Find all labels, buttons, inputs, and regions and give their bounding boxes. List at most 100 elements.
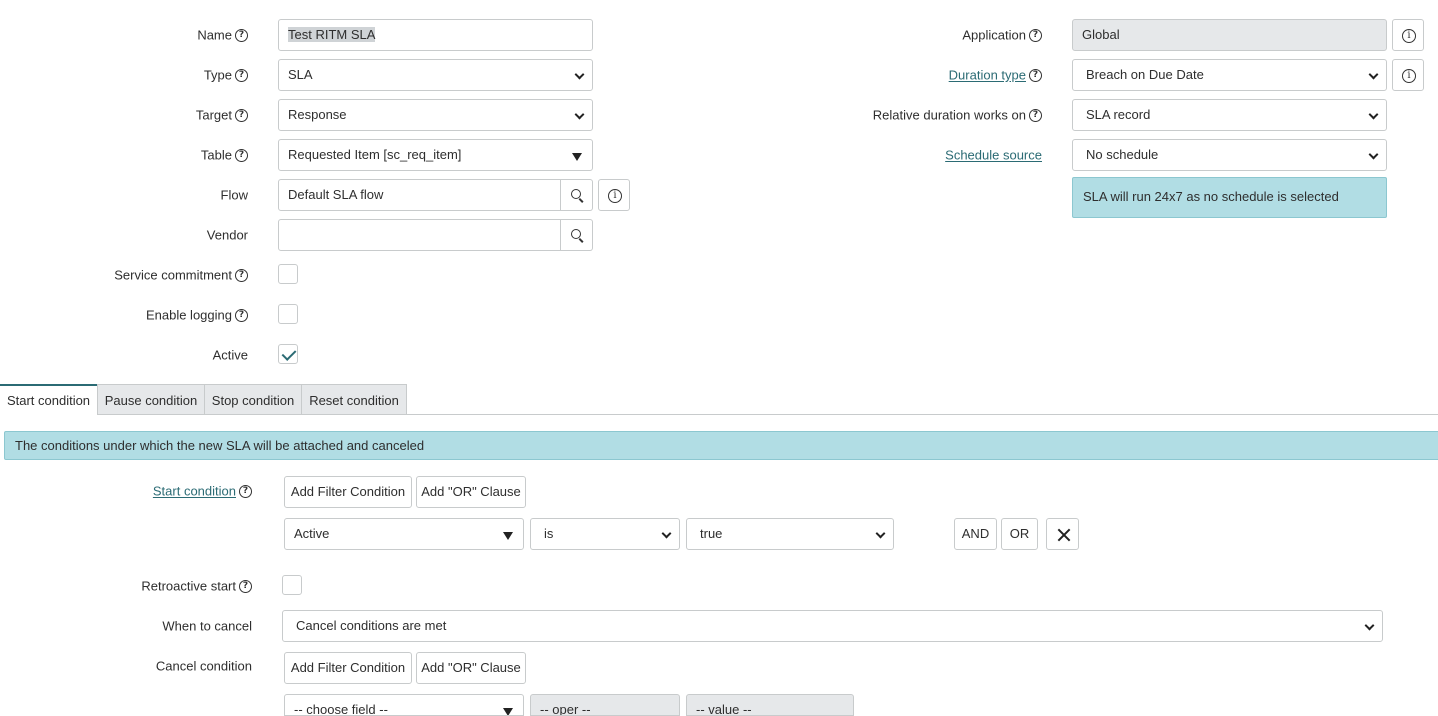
cancel-add-or-clause-button[interactable]: Add "OR" Clause bbox=[416, 652, 526, 684]
when-to-cancel-label: When to cancel bbox=[162, 618, 252, 634]
table-label: Table? bbox=[201, 147, 248, 164]
search-icon bbox=[571, 229, 581, 239]
schedule-source-label: Schedule source bbox=[945, 147, 1042, 164]
when-to-cancel-value: Cancel conditions are met bbox=[296, 618, 447, 633]
name-value: Test RITM SLA bbox=[288, 27, 376, 42]
help-icon[interactable]: ? bbox=[239, 580, 252, 594]
vendor-label: Vendor bbox=[206, 227, 248, 243]
condition-field-value: Active bbox=[294, 526, 330, 541]
type-value: SLA bbox=[288, 67, 313, 82]
vendor-input[interactable] bbox=[278, 219, 561, 251]
flow-input[interactable]: Default SLA flow bbox=[278, 179, 561, 211]
duration-type-select[interactable]: Breach on Due Date bbox=[1072, 59, 1387, 91]
cancel-condition-label: Cancel condition bbox=[155, 658, 252, 674]
info-icon: i bbox=[608, 189, 622, 203]
application-info-button[interactable]: i bbox=[1392, 19, 1424, 51]
relative-duration-label: Relative duration works on? bbox=[873, 107, 1042, 124]
chevron-down-icon bbox=[1368, 69, 1379, 80]
condition-value-select[interactable]: true bbox=[686, 518, 894, 550]
cancel-value-input: -- value -- bbox=[686, 694, 854, 716]
target-label: Target? bbox=[196, 107, 248, 124]
service-commitment-label: Service commitment? bbox=[114, 267, 248, 284]
application-input: Global bbox=[1072, 19, 1387, 51]
cancel-add-filter-condition-button[interactable]: Add Filter Condition bbox=[284, 652, 412, 684]
flow-lookup-button[interactable] bbox=[561, 179, 593, 211]
condition-field-select[interactable]: Active bbox=[284, 518, 524, 550]
help-icon[interactable]: ? bbox=[235, 149, 248, 163]
or-button[interactable]: OR bbox=[1001, 518, 1038, 550]
active-checkbox[interactable] bbox=[278, 344, 298, 364]
cancel-field-value: -- choose field -- bbox=[294, 702, 388, 716]
name-label: Name? bbox=[197, 27, 248, 44]
duration-type-label: Duration type? bbox=[949, 67, 1042, 84]
tab-stop-condition[interactable]: Stop condition bbox=[204, 384, 302, 415]
chevron-down-icon bbox=[1368, 109, 1379, 120]
cancel-operator-value: -- oper -- bbox=[540, 702, 591, 716]
target-select[interactable]: Response bbox=[278, 99, 593, 131]
help-icon[interactable]: ? bbox=[235, 309, 248, 323]
flow-label: Flow bbox=[220, 187, 248, 203]
type-select[interactable]: SLA bbox=[278, 59, 593, 91]
add-or-clause-button[interactable]: Add "OR" Clause bbox=[416, 476, 526, 508]
cancel-field-select[interactable]: -- choose field -- bbox=[284, 694, 524, 716]
help-icon[interactable]: ? bbox=[235, 269, 248, 283]
help-icon[interactable]: ? bbox=[1029, 109, 1042, 123]
table-value: Requested Item [sc_req_item] bbox=[288, 147, 462, 162]
chevron-down-icon bbox=[1368, 149, 1379, 160]
delete-condition-button[interactable] bbox=[1046, 518, 1079, 550]
relative-duration-value: SLA record bbox=[1086, 107, 1151, 122]
start-condition-link[interactable]: Start condition bbox=[153, 484, 236, 499]
when-to-cancel-select[interactable]: Cancel conditions are met bbox=[282, 610, 1383, 642]
application-value: Global bbox=[1082, 27, 1120, 42]
chevron-down-icon bbox=[875, 528, 886, 539]
info-icon: i bbox=[1402, 29, 1416, 43]
vendor-lookup-button[interactable] bbox=[561, 219, 593, 251]
help-icon[interactable]: ? bbox=[235, 29, 248, 43]
help-icon[interactable]: ? bbox=[235, 69, 248, 83]
help-icon[interactable]: ? bbox=[239, 485, 252, 499]
search-icon bbox=[571, 189, 581, 199]
retroactive-start-checkbox[interactable] bbox=[282, 575, 302, 595]
help-icon[interactable]: ? bbox=[235, 109, 248, 123]
start-section-banner-text: The conditions under which the new SLA w… bbox=[15, 438, 425, 453]
dropdown-triangle-icon bbox=[572, 153, 582, 161]
help-icon[interactable]: ? bbox=[1029, 69, 1042, 83]
start-section-banner: The conditions under which the new SLA w… bbox=[4, 431, 1438, 460]
tab-divider bbox=[97, 414, 1438, 415]
type-label: Type? bbox=[204, 67, 248, 84]
name-input[interactable]: Test RITM SLA bbox=[278, 19, 593, 51]
chevron-down-icon bbox=[1364, 620, 1375, 631]
schedule-note-text: SLA will run 24x7 as no schedule is sele… bbox=[1083, 189, 1339, 204]
table-select[interactable]: Requested Item [sc_req_item] bbox=[278, 139, 593, 171]
help-icon[interactable]: ? bbox=[1029, 29, 1042, 43]
dropdown-triangle-icon bbox=[503, 708, 513, 715]
duration-type-link[interactable]: Duration type bbox=[949, 68, 1026, 83]
application-label: Application? bbox=[962, 27, 1042, 44]
schedule-source-value: No schedule bbox=[1086, 147, 1159, 162]
cancel-operator-select: -- oper -- bbox=[530, 694, 680, 716]
target-value: Response bbox=[288, 107, 347, 122]
close-icon bbox=[1057, 528, 1071, 542]
active-label: Active bbox=[212, 347, 248, 363]
chevron-down-icon bbox=[574, 109, 585, 120]
enable-logging-label: Enable logging? bbox=[146, 307, 248, 324]
add-filter-condition-button[interactable]: Add Filter Condition bbox=[284, 476, 412, 508]
condition-value-value: true bbox=[700, 526, 723, 541]
schedule-source-select[interactable]: No schedule bbox=[1072, 139, 1387, 171]
schedule-source-link[interactable]: Schedule source bbox=[945, 148, 1042, 163]
relative-duration-select[interactable]: SLA record bbox=[1072, 99, 1387, 131]
tab-start-condition[interactable]: Start condition bbox=[0, 384, 98, 415]
chevron-down-icon bbox=[661, 528, 672, 539]
service-commitment-checkbox[interactable] bbox=[278, 264, 298, 284]
retroactive-start-label: Retroactive start? bbox=[141, 578, 252, 595]
and-button[interactable]: AND bbox=[954, 518, 997, 550]
tab-pause-condition[interactable]: Pause condition bbox=[97, 384, 205, 415]
flow-info-button[interactable]: i bbox=[598, 179, 630, 211]
tab-reset-condition[interactable]: Reset condition bbox=[301, 384, 407, 415]
start-condition-label: Start condition? bbox=[153, 483, 252, 500]
condition-operator-select[interactable]: is bbox=[530, 518, 680, 550]
enable-logging-checkbox[interactable] bbox=[278, 304, 298, 324]
duration-type-info-button[interactable]: i bbox=[1392, 59, 1424, 91]
condition-operator-value: is bbox=[544, 526, 554, 541]
info-icon: i bbox=[1402, 69, 1416, 83]
